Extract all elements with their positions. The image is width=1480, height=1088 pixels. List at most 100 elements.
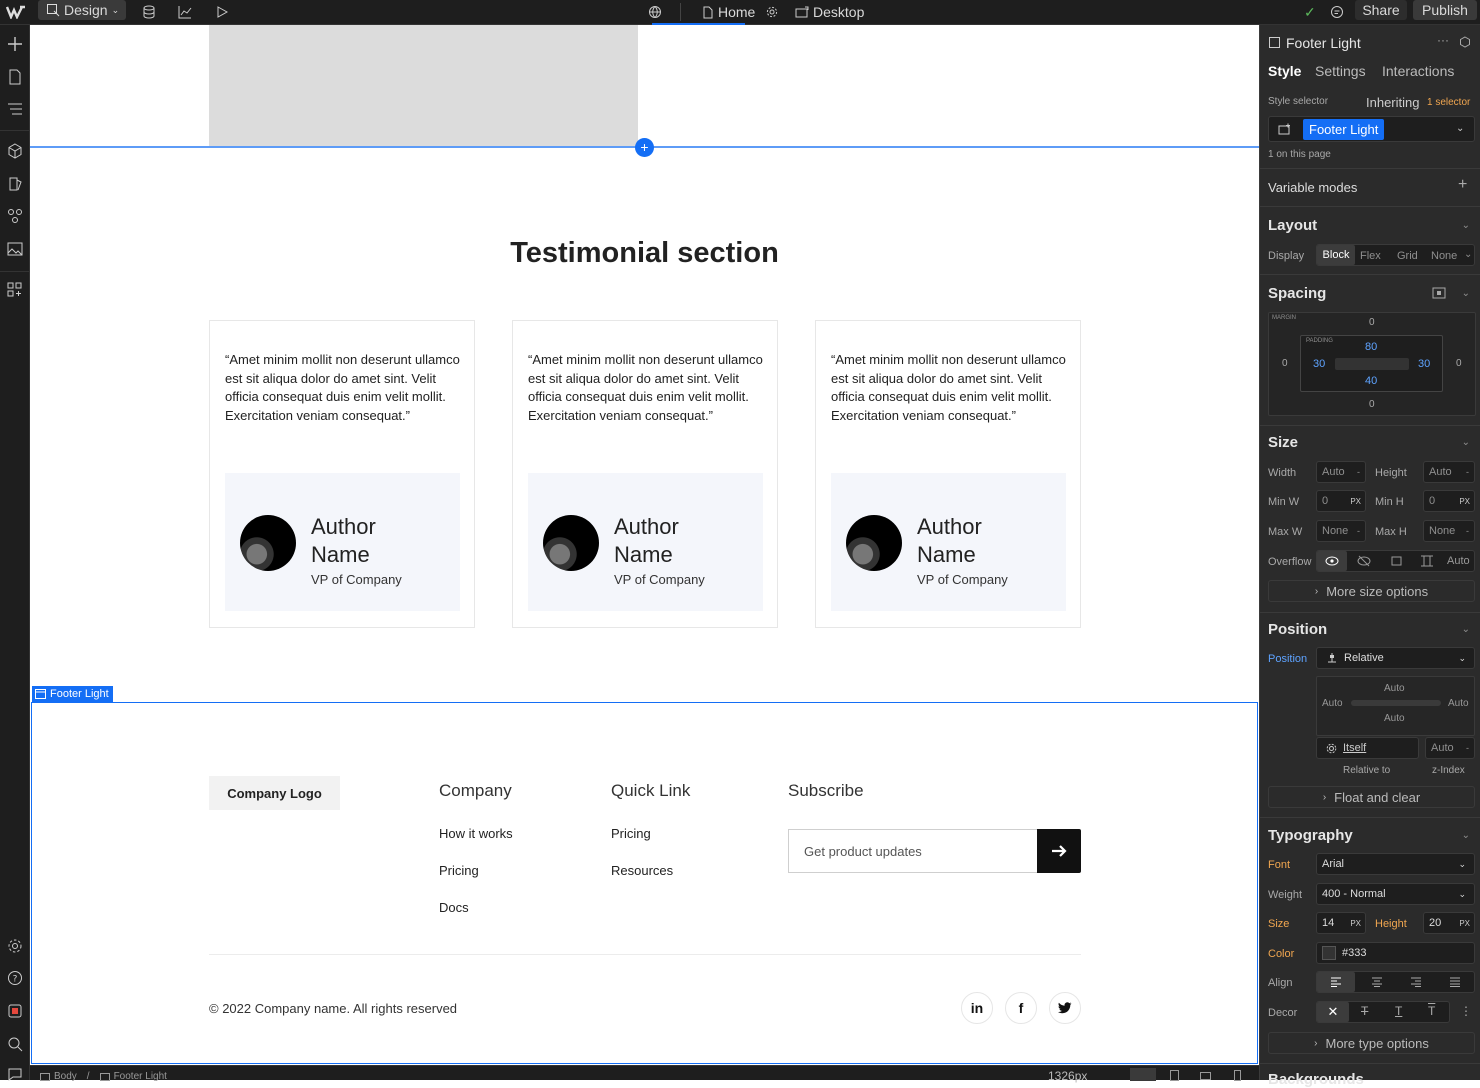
height-input[interactable]: Auto - <box>1423 461 1475 483</box>
variables-icon[interactable] <box>6 207 24 225</box>
offset-bottom-value[interactable]: Auto <box>1384 713 1405 724</box>
company-logo[interactable]: Company Logo <box>209 776 340 810</box>
unit-label[interactable]: PX <box>1350 919 1361 928</box>
apps-icon[interactable] <box>6 281 24 299</box>
webflow-logo[interactable] <box>6 0 26 24</box>
max-width-input[interactable]: None - <box>1316 520 1366 542</box>
overflow-visible-button[interactable] <box>1317 551 1347 571</box>
subscribe-email-input[interactable]: Get product updates <box>788 829 1038 873</box>
spacing-section-title[interactable]: Spacing <box>1268 285 1326 302</box>
analytics-icon[interactable] <box>178 0 192 24</box>
chevron-down-icon[interactable]: ⌄ <box>1456 123 1464 134</box>
padding-left-value[interactable]: 30 <box>1313 358 1325 370</box>
testimonial-card[interactable]: “Amet minim mollit non deserunt ullamco … <box>209 320 475 628</box>
settings-gear-icon[interactable] <box>6 937 24 955</box>
footer-link[interactable]: Docs <box>439 900 469 915</box>
tab-settings[interactable]: Settings <box>1315 63 1366 79</box>
assets-icon[interactable] <box>6 240 24 258</box>
max-height-input[interactable]: None - <box>1423 520 1475 542</box>
strikethrough-icon[interactable]: T <box>1361 1004 1368 1018</box>
tab-interactions[interactable]: Interactions <box>1382 63 1454 79</box>
footer-link[interactable]: Pricing <box>439 863 479 878</box>
preview-play-icon[interactable] <box>216 0 228 24</box>
pages-icon[interactable] <box>6 68 24 86</box>
position-select[interactable]: Relative ⌄ <box>1316 647 1475 669</box>
navigator-icon[interactable] <box>6 100 24 118</box>
add-class-icon[interactable] <box>1278 123 1292 135</box>
display-flex-button[interactable]: Flex <box>1360 250 1381 262</box>
linkedin-icon[interactable]: in <box>961 992 993 1024</box>
offset-right-value[interactable]: Auto <box>1448 698 1469 709</box>
eye-off-icon[interactable] <box>1357 555 1371 567</box>
component-cube-icon[interactable] <box>1459 36 1471 48</box>
breakpoint-desktop-icon[interactable] <box>1130 1068 1156 1081</box>
line-height-input[interactable]: 20 PX <box>1423 912 1475 934</box>
help-icon[interactable]: ? <box>6 969 24 987</box>
weight-select[interactable]: 400 - Normal ⌄ <box>1316 883 1475 905</box>
inheriting-count[interactable]: 1 selector <box>1427 97 1470 108</box>
image-placeholder[interactable] <box>209 25 638 146</box>
margin-right-value[interactable]: 0 <box>1456 358 1462 369</box>
display-block-button[interactable]: Block <box>1317 245 1355 265</box>
tab-style[interactable]: Style <box>1268 63 1301 79</box>
align-justify-icon[interactable] <box>1449 977 1461 987</box>
twitter-icon[interactable] <box>1049 992 1081 1024</box>
breakpoint-tablet-icon[interactable] <box>1170 1070 1179 1081</box>
breadcrumb-item[interactable]: Body <box>54 1071 77 1082</box>
align-right-icon[interactable] <box>1410 977 1422 987</box>
breakpoint-phone-icon[interactable] <box>1234 1070 1241 1081</box>
more-options-icon[interactable]: ··· <box>1437 33 1449 47</box>
more-size-options-button[interactable]: › More size options <box>1268 580 1475 602</box>
components-icon[interactable] <box>6 142 24 160</box>
display-grid-button[interactable]: Grid <box>1397 250 1418 262</box>
chevron-down-icon[interactable]: ⌄ <box>1464 249 1472 260</box>
breakpoint-landscape-icon[interactable] <box>1200 1072 1211 1080</box>
offset-top-value[interactable]: Auto <box>1384 683 1405 694</box>
chevron-down-icon[interactable]: ⌄ <box>1462 437 1470 448</box>
search-icon[interactable] <box>6 1035 24 1053</box>
more-options-icon[interactable]: ⋮ <box>1460 1004 1472 1018</box>
width-input[interactable]: Auto - <box>1316 461 1366 483</box>
font-select[interactable]: Arial ⌄ <box>1316 853 1475 875</box>
overflow-auto-button[interactable]: Auto <box>1447 555 1470 567</box>
z-index-input[interactable]: Auto - <box>1425 737 1475 759</box>
design-canvas[interactable]: + Testimonial section “Amet minim mollit… <box>30 25 1259 1065</box>
font-size-input[interactable]: 14 PX <box>1316 912 1366 934</box>
publish-button[interactable]: Publish <box>1413 0 1477 20</box>
align-left-button[interactable] <box>1317 972 1355 992</box>
chevron-down-icon[interactable]: ⌄ <box>1462 624 1470 635</box>
add-section-plus-icon[interactable]: + <box>635 138 654 157</box>
mode-switcher[interactable]: Design ⌄ <box>38 0 126 20</box>
float-and-clear-button[interactable]: › Float and clear <box>1268 786 1475 808</box>
unit-label[interactable]: PX <box>1350 497 1361 506</box>
overline-icon[interactable]: T <box>1428 1004 1435 1018</box>
margin-left-value[interactable]: 0 <box>1282 358 1288 369</box>
chevron-down-icon[interactable]: ⌄ <box>1462 288 1470 299</box>
chevron-down-icon[interactable]: ⌄ <box>1462 220 1470 231</box>
align-center-icon[interactable] <box>1371 977 1383 987</box>
position-section-title[interactable]: Position <box>1268 621 1327 638</box>
add-icon[interactable] <box>6 35 24 53</box>
margin-bottom-value[interactable]: 0 <box>1369 399 1375 410</box>
offset-left-value[interactable]: Auto <box>1322 698 1343 709</box>
comments-icon[interactable] <box>1330 0 1344 24</box>
footer-link[interactable]: How it works <box>439 826 513 841</box>
size-section-title[interactable]: Size <box>1268 434 1298 451</box>
testimonial-card[interactable]: “Amet minim mollit non deserunt ullamco … <box>512 320 778 628</box>
chat-icon[interactable] <box>6 1065 24 1083</box>
add-variable-mode-plus-icon[interactable]: + <box>1458 176 1467 194</box>
class-chip[interactable]: Footer Light <box>1303 119 1385 140</box>
facebook-icon[interactable]: f <box>1005 992 1037 1024</box>
chevron-down-icon[interactable]: ⌄ <box>1462 830 1470 841</box>
padding-right-value[interactable]: 30 <box>1418 358 1430 370</box>
footer-link[interactable]: Resources <box>611 863 673 878</box>
layout-section-title[interactable]: Layout <box>1268 217 1317 234</box>
selected-element-tag[interactable]: Footer Light <box>32 686 113 702</box>
share-button[interactable]: Share <box>1355 0 1407 20</box>
margin-top-value[interactable]: 0 <box>1369 317 1375 328</box>
padding-bottom-value[interactable]: 40 <box>1365 375 1377 387</box>
underline-icon[interactable]: T <box>1395 1004 1402 1018</box>
more-type-options-button[interactable]: › More type options <box>1268 1032 1475 1054</box>
min-height-input[interactable]: 0 PX <box>1423 490 1475 512</box>
testimonial-card[interactable]: “Amet minim mollit non deserunt ullamco … <box>815 320 1081 628</box>
